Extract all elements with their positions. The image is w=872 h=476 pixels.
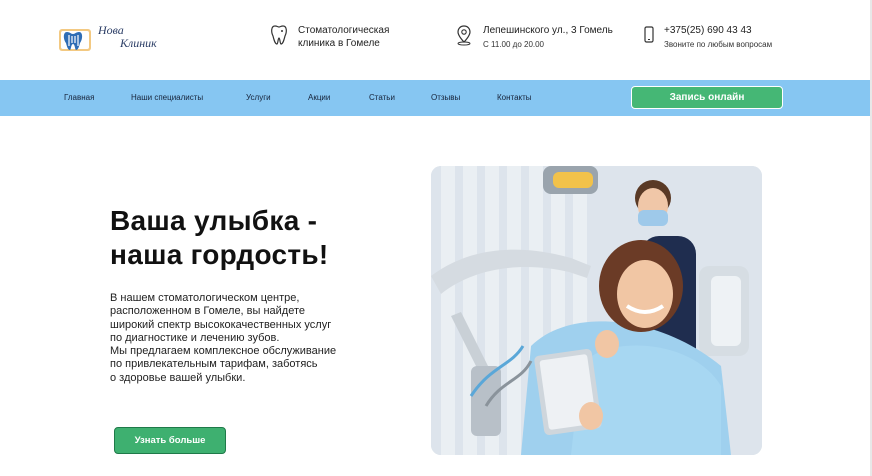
clinic-info-line1: Стоматологическая: [298, 25, 390, 36]
hero-text-line: расположенном в Гомеле, вы найдете: [110, 305, 306, 318]
opening-hours: С 11.00 до 20.00: [483, 40, 545, 49]
clinic-info: Стоматологическая клиника в Гомеле: [270, 24, 389, 50]
logo-name-line2: Клиник: [120, 36, 157, 50]
phone-number[interactable]: +375(25) 690 43 43: [664, 24, 772, 37]
book-online-button[interactable]: Запись онлайн: [631, 86, 783, 109]
nav-item-promotions[interactable]: Акции: [308, 93, 330, 102]
hero-text-line: о здоровье вашей улыбки.: [110, 371, 246, 384]
hero-photo: [431, 166, 762, 455]
learn-more-button[interactable]: Узнать больше: [114, 427, 226, 454]
tooth-icon: [271, 25, 287, 45]
nav-item-contacts[interactable]: Контакты: [497, 93, 532, 102]
hero-title-line2: наша гордость!: [110, 239, 329, 270]
nav-item-articles[interactable]: Статьи: [369, 93, 395, 102]
hero-text-line: по диагностике и лечению зубов.: [110, 331, 280, 344]
clinic-info-line2: клиника в Гомеле: [298, 38, 380, 49]
address-info: Лепешинского ул., 3 Гомель С 11.00 до 20…: [455, 24, 613, 51]
nav-item-specialists[interactable]: Наши специалисты: [131, 93, 203, 102]
site-header: Нова Клиник Стоматологическая клиника в …: [0, 0, 872, 80]
hero-text-line: по привлекательным тарифам, заботясь: [110, 358, 318, 371]
nav-item-services[interactable]: Услуги: [246, 93, 271, 102]
nav-item-home[interactable]: Главная: [64, 93, 94, 102]
address-text: Лепешинского ул., 3 Гомель: [483, 25, 613, 36]
logo-tooth-icon: [59, 29, 91, 51]
nav-item-reviews[interactable]: Отзывы: [431, 93, 460, 102]
main-nav: Главная Наши специалисты Услуги Акции Ст…: [0, 80, 872, 116]
hero-title: Ваша улыбка - наша гордость!: [110, 204, 329, 272]
hero-description: В нашем стоматологическом центре, распол…: [110, 292, 410, 385]
dental-clinic-illustration: [431, 166, 762, 455]
hero-text-line: широкий спектр высококачественных услуг: [110, 318, 332, 331]
phone-caption: Звоните по любым вопросам: [664, 40, 773, 49]
logo[interactable]: Нова Клиник: [58, 24, 170, 56]
hero-title-line1: Ваша улыбка -: [110, 205, 318, 236]
hero-text-line: Мы предлагаем комплексное обслуживание: [110, 345, 337, 358]
phone-info[interactable]: +375(25) 690 43 43 Звоните по любым вопр…: [643, 24, 772, 51]
map-pin-icon: [457, 25, 471, 46]
phone-icon: [644, 26, 654, 43]
hero-text-line: В нашем стоматологическом центре,: [110, 292, 300, 304]
